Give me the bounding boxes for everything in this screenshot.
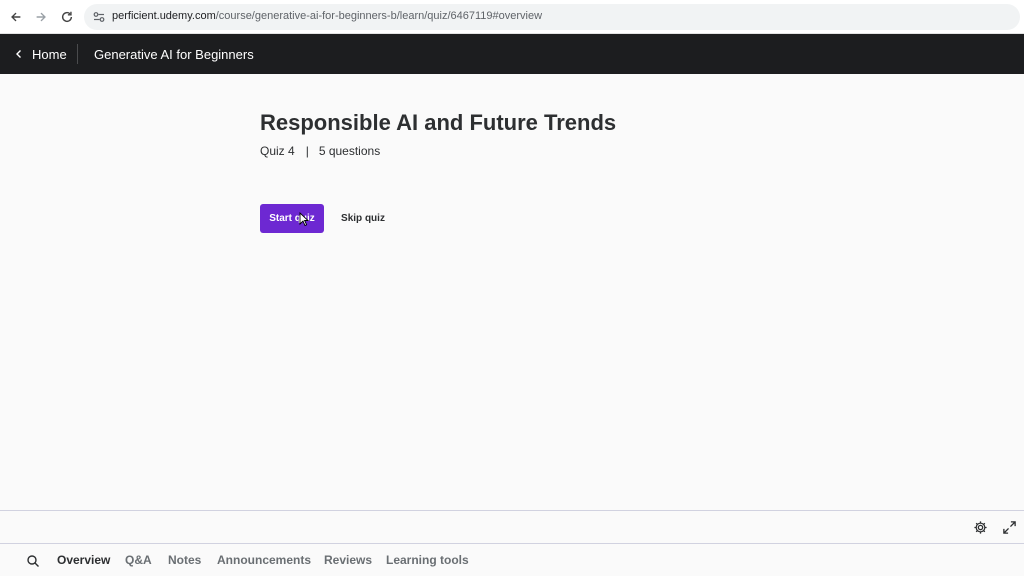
home-link[interactable]: Home bbox=[14, 34, 67, 74]
site-settings-icon[interactable] bbox=[92, 10, 106, 24]
url-path: /course/generative-ai-for-beginners-b/le… bbox=[215, 10, 543, 22]
forward-arrow-icon[interactable] bbox=[31, 7, 51, 27]
course-title[interactable]: Generative AI for Beginners bbox=[94, 34, 254, 74]
home-label: Home bbox=[32, 46, 67, 62]
quiz-overview-panel: Responsible AI and Future Trends Quiz 4 … bbox=[0, 74, 1024, 510]
course-tabs: Overview Q&A Notes Announcements Reviews… bbox=[0, 544, 1024, 576]
player-control-bar bbox=[0, 510, 1024, 544]
tab-learning-tools[interactable]: Learning tools bbox=[386, 553, 469, 567]
start-quiz-button[interactable]: Start quiz bbox=[260, 204, 324, 233]
settings-gear-icon[interactable] bbox=[972, 519, 988, 535]
chevron-left-icon bbox=[16, 50, 21, 58]
mouse-cursor-icon bbox=[299, 212, 309, 227]
url-domain: perficient.udemy.com bbox=[112, 10, 216, 22]
quiz-question-count: 5 questions bbox=[318, 144, 381, 158]
tab-overview[interactable]: Overview bbox=[57, 553, 110, 567]
reload-icon[interactable] bbox=[57, 7, 77, 27]
url-text[interactable]: perficient.udemy.com/course/generative-a… bbox=[112, 10, 542, 22]
course-header: Home Generative AI for Beginners bbox=[0, 34, 1024, 74]
tab-qa[interactable]: Q&A bbox=[125, 553, 152, 567]
quiz-number: Quiz 4 bbox=[260, 144, 295, 158]
skip-quiz-button[interactable]: Skip quiz bbox=[334, 204, 392, 233]
quiz-meta: Quiz 4 | 5 questions bbox=[260, 144, 380, 158]
fullscreen-icon[interactable] bbox=[1001, 519, 1017, 535]
back-arrow-icon[interactable] bbox=[6, 7, 26, 27]
search-icon[interactable] bbox=[26, 554, 40, 568]
header-divider bbox=[77, 44, 78, 64]
address-bar[interactable]: perficient.udemy.com/course/generative-a… bbox=[84, 4, 1020, 30]
browser-toolbar: perficient.udemy.com/course/generative-a… bbox=[0, 0, 1024, 34]
tab-announcements[interactable]: Announcements bbox=[217, 553, 311, 567]
meta-separator: | bbox=[305, 144, 309, 158]
tab-reviews[interactable]: Reviews bbox=[324, 553, 372, 567]
tab-notes[interactable]: Notes bbox=[168, 553, 201, 567]
quiz-title: Responsible AI and Future Trends bbox=[260, 110, 617, 135]
